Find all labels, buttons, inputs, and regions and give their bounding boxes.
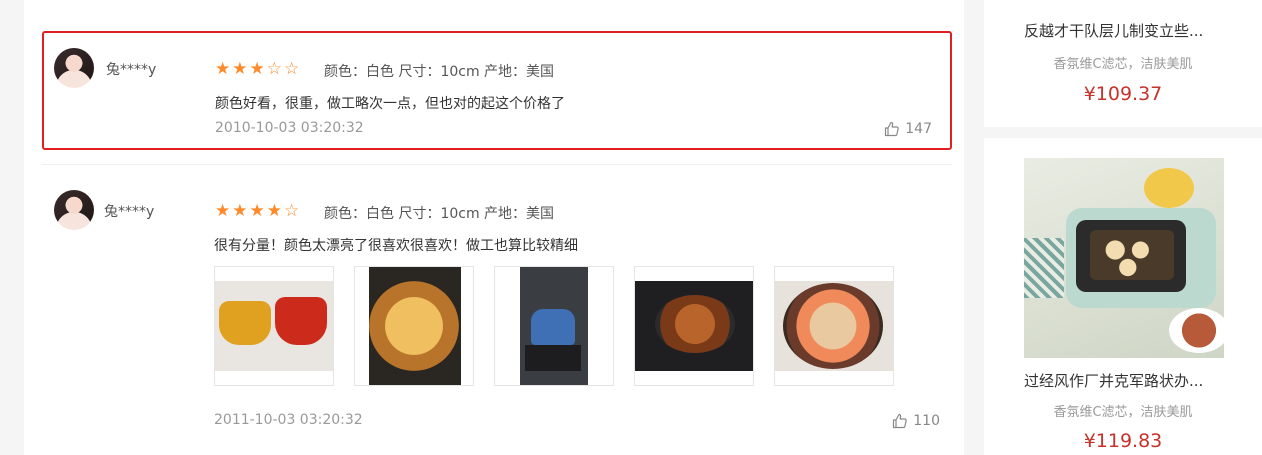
rating-stars: ★ ★ ★ ☆ ☆ [215,61,299,78]
username: 兔****y [104,204,155,220]
star-filled-icon: ★ [249,59,265,79]
like-button[interactable]: 110 [892,413,940,429]
divider [42,164,952,165]
product-title[interactable]: 过经风作厂并克军路状办... [1024,370,1203,391]
review-time: 2011-10-03 03:20:32 [214,412,363,428]
product-specs: 颜色：白色 尺寸：10cm 产地：美国 [324,206,555,222]
review-content: 很有分量！颜色太漂亮了很喜欢很喜欢！做工也算比较精细 [214,238,578,254]
star-filled-icon: ★ [215,59,231,79]
star-filled-icon: ★ [232,59,248,79]
review-time: 2010-10-03 03:20:32 [215,120,364,136]
review-content: 颜色好看，很重，做工略次一点，但也对的起这个价格了 [215,96,565,112]
product-desc: 香氛维C滤芯，洁肤美肌 [1053,405,1193,420]
review-item: 兔****y ★ ★ ★ ☆ ☆ 颜色：白色 尺寸：10cm 产地：美国 颜色好… [42,31,952,150]
review-item: 兔****y ★ ★ ★ ★ ☆ 颜色：白色 尺寸：10cm 产地：美国 很有分… [42,173,952,455]
review-photo[interactable] [214,266,334,386]
review-photo[interactable] [354,266,474,386]
product-specs: 颜色：白色 尺寸：10cm 产地：美国 [324,64,555,80]
product-card[interactable]: 过经风作厂并克军路状办... 香氛维C滤芯，洁肤美肌 ¥119.83 [984,138,1262,455]
star-filled-icon: ★ [249,201,265,221]
product-price: ¥109.37 [1083,83,1163,105]
review-photo[interactable] [774,266,894,386]
username: 兔****y [106,62,157,78]
star-filled-icon: ★ [232,201,248,221]
thumbs-up-icon [893,413,908,429]
star-empty-icon: ☆ [284,201,300,221]
review-photo[interactable] [494,266,614,386]
product-image[interactable] [1024,158,1224,358]
product-desc: 香氛维C滤芯，洁肤美肌 [1053,57,1193,72]
like-count: 147 [905,121,932,137]
star-empty-icon: ☆ [266,59,282,79]
review-photo[interactable] [634,266,754,386]
star-filled-icon: ★ [215,201,231,221]
reviews-panel: 兔****y ★ ★ ★ ☆ ☆ 颜色：白色 尺寸：10cm 产地：美国 颜色好… [24,0,964,455]
star-filled-icon: ★ [266,201,282,221]
thumbs-up-icon [885,121,900,137]
product-price: ¥119.83 [1083,430,1163,452]
star-empty-icon: ☆ [284,59,300,79]
product-card[interactable]: 反越才干队层儿制变立些... 香氛维C滤芯，洁肤美肌 ¥109.37 [984,0,1262,127]
review-photos [214,266,894,386]
like-count: 110 [913,413,940,429]
product-title[interactable]: 反越才干队层儿制变立些... [1024,20,1203,41]
like-button[interactable]: 147 [884,121,932,137]
avatar[interactable] [54,190,94,230]
avatar[interactable] [54,48,94,88]
rating-stars: ★ ★ ★ ★ ☆ [215,203,299,220]
